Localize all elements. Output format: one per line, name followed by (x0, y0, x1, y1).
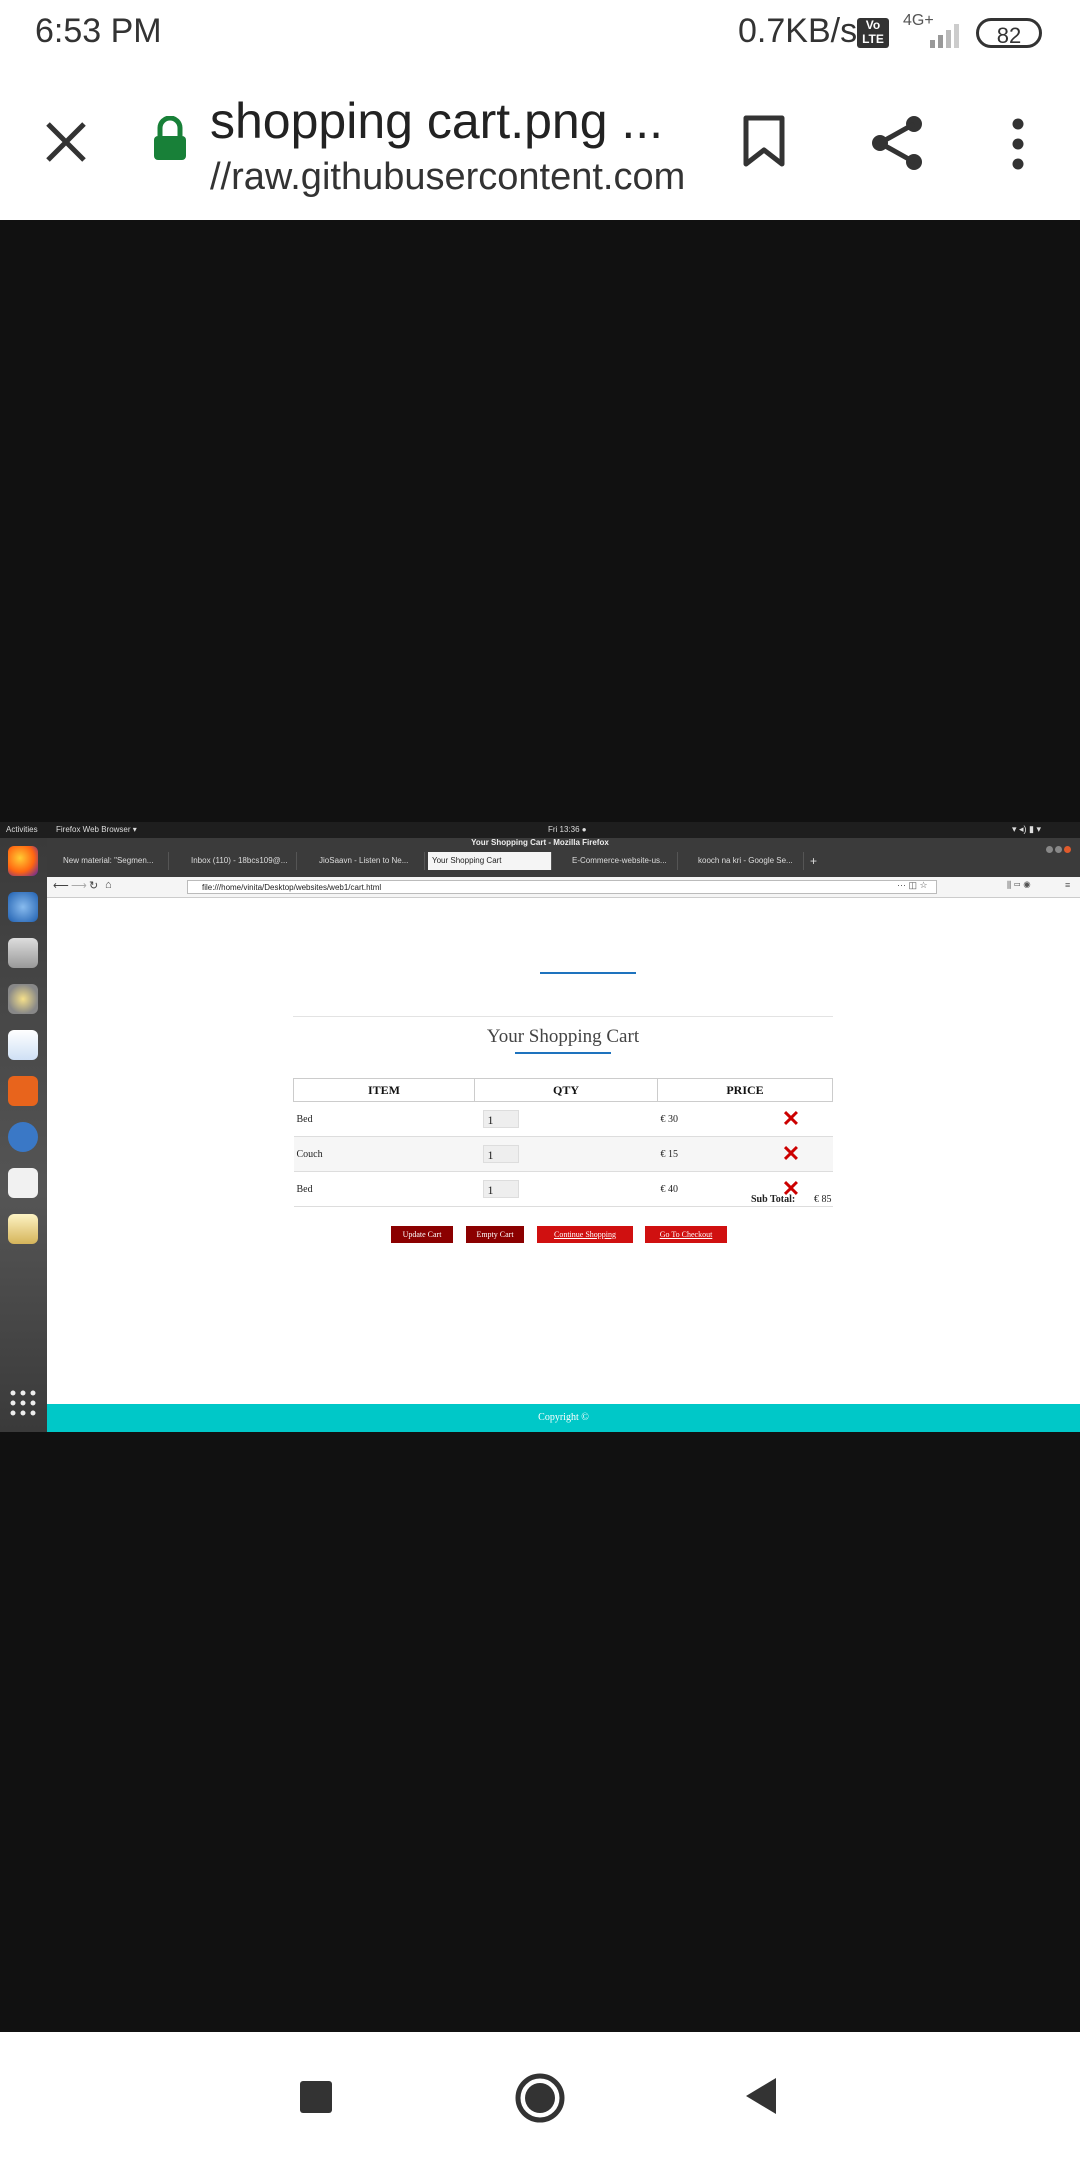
back-button-icon[interactable] (744, 2076, 778, 2116)
heading-underline (515, 1052, 611, 1054)
tab-google-search[interactable]: kooch na kri - Google Se... (682, 852, 804, 870)
software-center-icon[interactable] (8, 1076, 38, 1106)
thunderbird-icon[interactable] (8, 892, 38, 922)
android-nav-bar (0, 2032, 1080, 2160)
checkout-button[interactable]: Go To Checkout (645, 1226, 727, 1243)
cart-page: Your Shopping Cart ITEM QTY PRICE Bed 1 … (47, 898, 1080, 1403)
files-icon[interactable] (8, 938, 38, 968)
column-header-item: ITEM (293, 1078, 475, 1102)
system-tray-icon[interactable]: ▾ ◂) ▮ ▾ (1012, 824, 1041, 835)
address-bar[interactable]: file:///home/vinita/Desktop/websites/web… (187, 880, 937, 894)
tab-ecommerce[interactable]: E-Commerce-website-us... (556, 852, 678, 870)
maximize-icon[interactable] (1055, 846, 1062, 853)
back-icon[interactable]: ⟵ (53, 879, 69, 892)
window-title: Your Shopping Cart - Mozilla Firefox (471, 838, 609, 847)
activities-button[interactable]: Activities (6, 825, 38, 834)
tab-inbox[interactable]: Inbox (110) - 18bcs109@... (175, 852, 297, 870)
remove-item-icon[interactable]: ✕ (782, 1141, 800, 1166)
page-footer: Copyright © (47, 1404, 1080, 1432)
status-net-speed: 0.7KB/s (738, 12, 858, 50)
browser-toolbar: shopping cart.png ... //raw.githubuserco… (0, 68, 1080, 220)
tab-jiosaavn[interactable]: JioSaavn - Listen to Ne... (303, 852, 425, 870)
volte-badge: Vo LTE (857, 18, 889, 48)
forward-icon[interactable]: ⟶ (71, 879, 87, 892)
library-icon[interactable]: ⫼ ▭ ◉ (1007, 880, 1031, 891)
page-url[interactable]: //raw.githubusercontent.com (210, 156, 685, 199)
item-name: Couch (293, 1136, 475, 1172)
continue-shopping-button[interactable]: Continue Shopping (537, 1226, 633, 1243)
screenshot-image: Activities Firefox Web Browser ▾ Fri 13:… (0, 822, 1080, 1432)
writer-icon[interactable] (8, 1030, 38, 1060)
reload-icon[interactable]: ↻ (89, 879, 98, 892)
quantity-input[interactable]: 1 (482, 1145, 519, 1163)
page-actions-icon[interactable]: ⋯ ◫ ☆ (897, 880, 928, 891)
close-icon[interactable] (44, 120, 88, 164)
tab-shopping-cart[interactable]: Your Shopping Cart (428, 852, 552, 870)
item-price: € 15 (657, 1136, 748, 1172)
cart-table: ITEM QTY PRICE Bed 1 € 30 ✕ Couch 1 € 15… (293, 1078, 833, 1207)
remove-item-icon[interactable]: ✕ (782, 1106, 800, 1131)
item-price: € 30 (657, 1101, 748, 1137)
table-header: ITEM QTY PRICE (293, 1078, 833, 1102)
lock-icon (154, 116, 186, 160)
update-cart-button[interactable]: Update Cart (391, 1226, 453, 1243)
hamburger-menu-icon[interactable]: ≡ (1065, 880, 1070, 890)
share-icon[interactable] (870, 114, 926, 172)
empty-cart-button[interactable]: Empty Cart (466, 1226, 524, 1243)
column-header-qty: QTY (474, 1078, 658, 1102)
page-title[interactable]: shopping cart.png ... (210, 92, 663, 150)
item-price: € 40 (657, 1171, 748, 1207)
firefox-nav-bar: ⟵ ⟶ ↻ ⌂ file:///home/vinita/Desktop/webs… (47, 877, 1080, 898)
quantity-input[interactable]: 1 (482, 1110, 519, 1128)
help-icon[interactable] (8, 1122, 38, 1152)
cart-heading: Your Shopping Cart (486, 1026, 640, 1047)
text-editor-icon[interactable] (8, 1214, 38, 1244)
amazon-icon[interactable] (8, 1168, 38, 1198)
home-icon[interactable]: ⌂ (105, 879, 112, 891)
header-accent-line (540, 972, 636, 974)
firefox-icon[interactable] (8, 846, 38, 876)
item-name: Bed (293, 1171, 475, 1207)
ubuntu-dock (0, 838, 47, 1432)
signal-icon (930, 24, 959, 48)
bookmark-icon[interactable] (742, 114, 786, 168)
minimize-icon[interactable] (1046, 846, 1053, 853)
table-row: Bed 1 € 30 ✕ (293, 1101, 833, 1137)
table-row: Couch 1 € 15 ✕ (293, 1136, 833, 1172)
close-window-icon[interactable] (1064, 846, 1071, 853)
show-apps-icon[interactable] (10, 1390, 36, 1416)
system-clock[interactable]: Fri 13:36 ● (548, 825, 587, 834)
home-button-icon[interactable] (514, 2072, 566, 2124)
recents-icon[interactable] (300, 2081, 332, 2113)
new-tab-button[interactable]: + (810, 852, 817, 870)
more-icon[interactable] (1008, 118, 1028, 170)
window-controls[interactable] (1046, 840, 1080, 853)
rhythmbox-icon[interactable] (8, 984, 38, 1014)
item-name: Bed (293, 1101, 475, 1137)
subtotal-value: € 85 (814, 1194, 832, 1205)
status-bar: 6:53 PM 0.7KB/s Vo LTE 4G+ 82 (0, 0, 1080, 68)
quantity-input[interactable]: 1 (482, 1180, 519, 1198)
status-time: 6:53 PM (35, 12, 162, 50)
column-header-price: PRICE (657, 1078, 833, 1102)
subtotal-label: Sub Total: (751, 1194, 796, 1205)
battery-indicator: 82 (976, 18, 1042, 48)
app-menu[interactable]: Firefox Web Browser ▾ (56, 825, 137, 834)
gnome-top-bar: Activities Firefox Web Browser ▾ Fri 13:… (0, 822, 1080, 838)
tab-new-material[interactable]: New material: "Segmen... (47, 852, 169, 870)
section-divider (293, 1016, 833, 1017)
